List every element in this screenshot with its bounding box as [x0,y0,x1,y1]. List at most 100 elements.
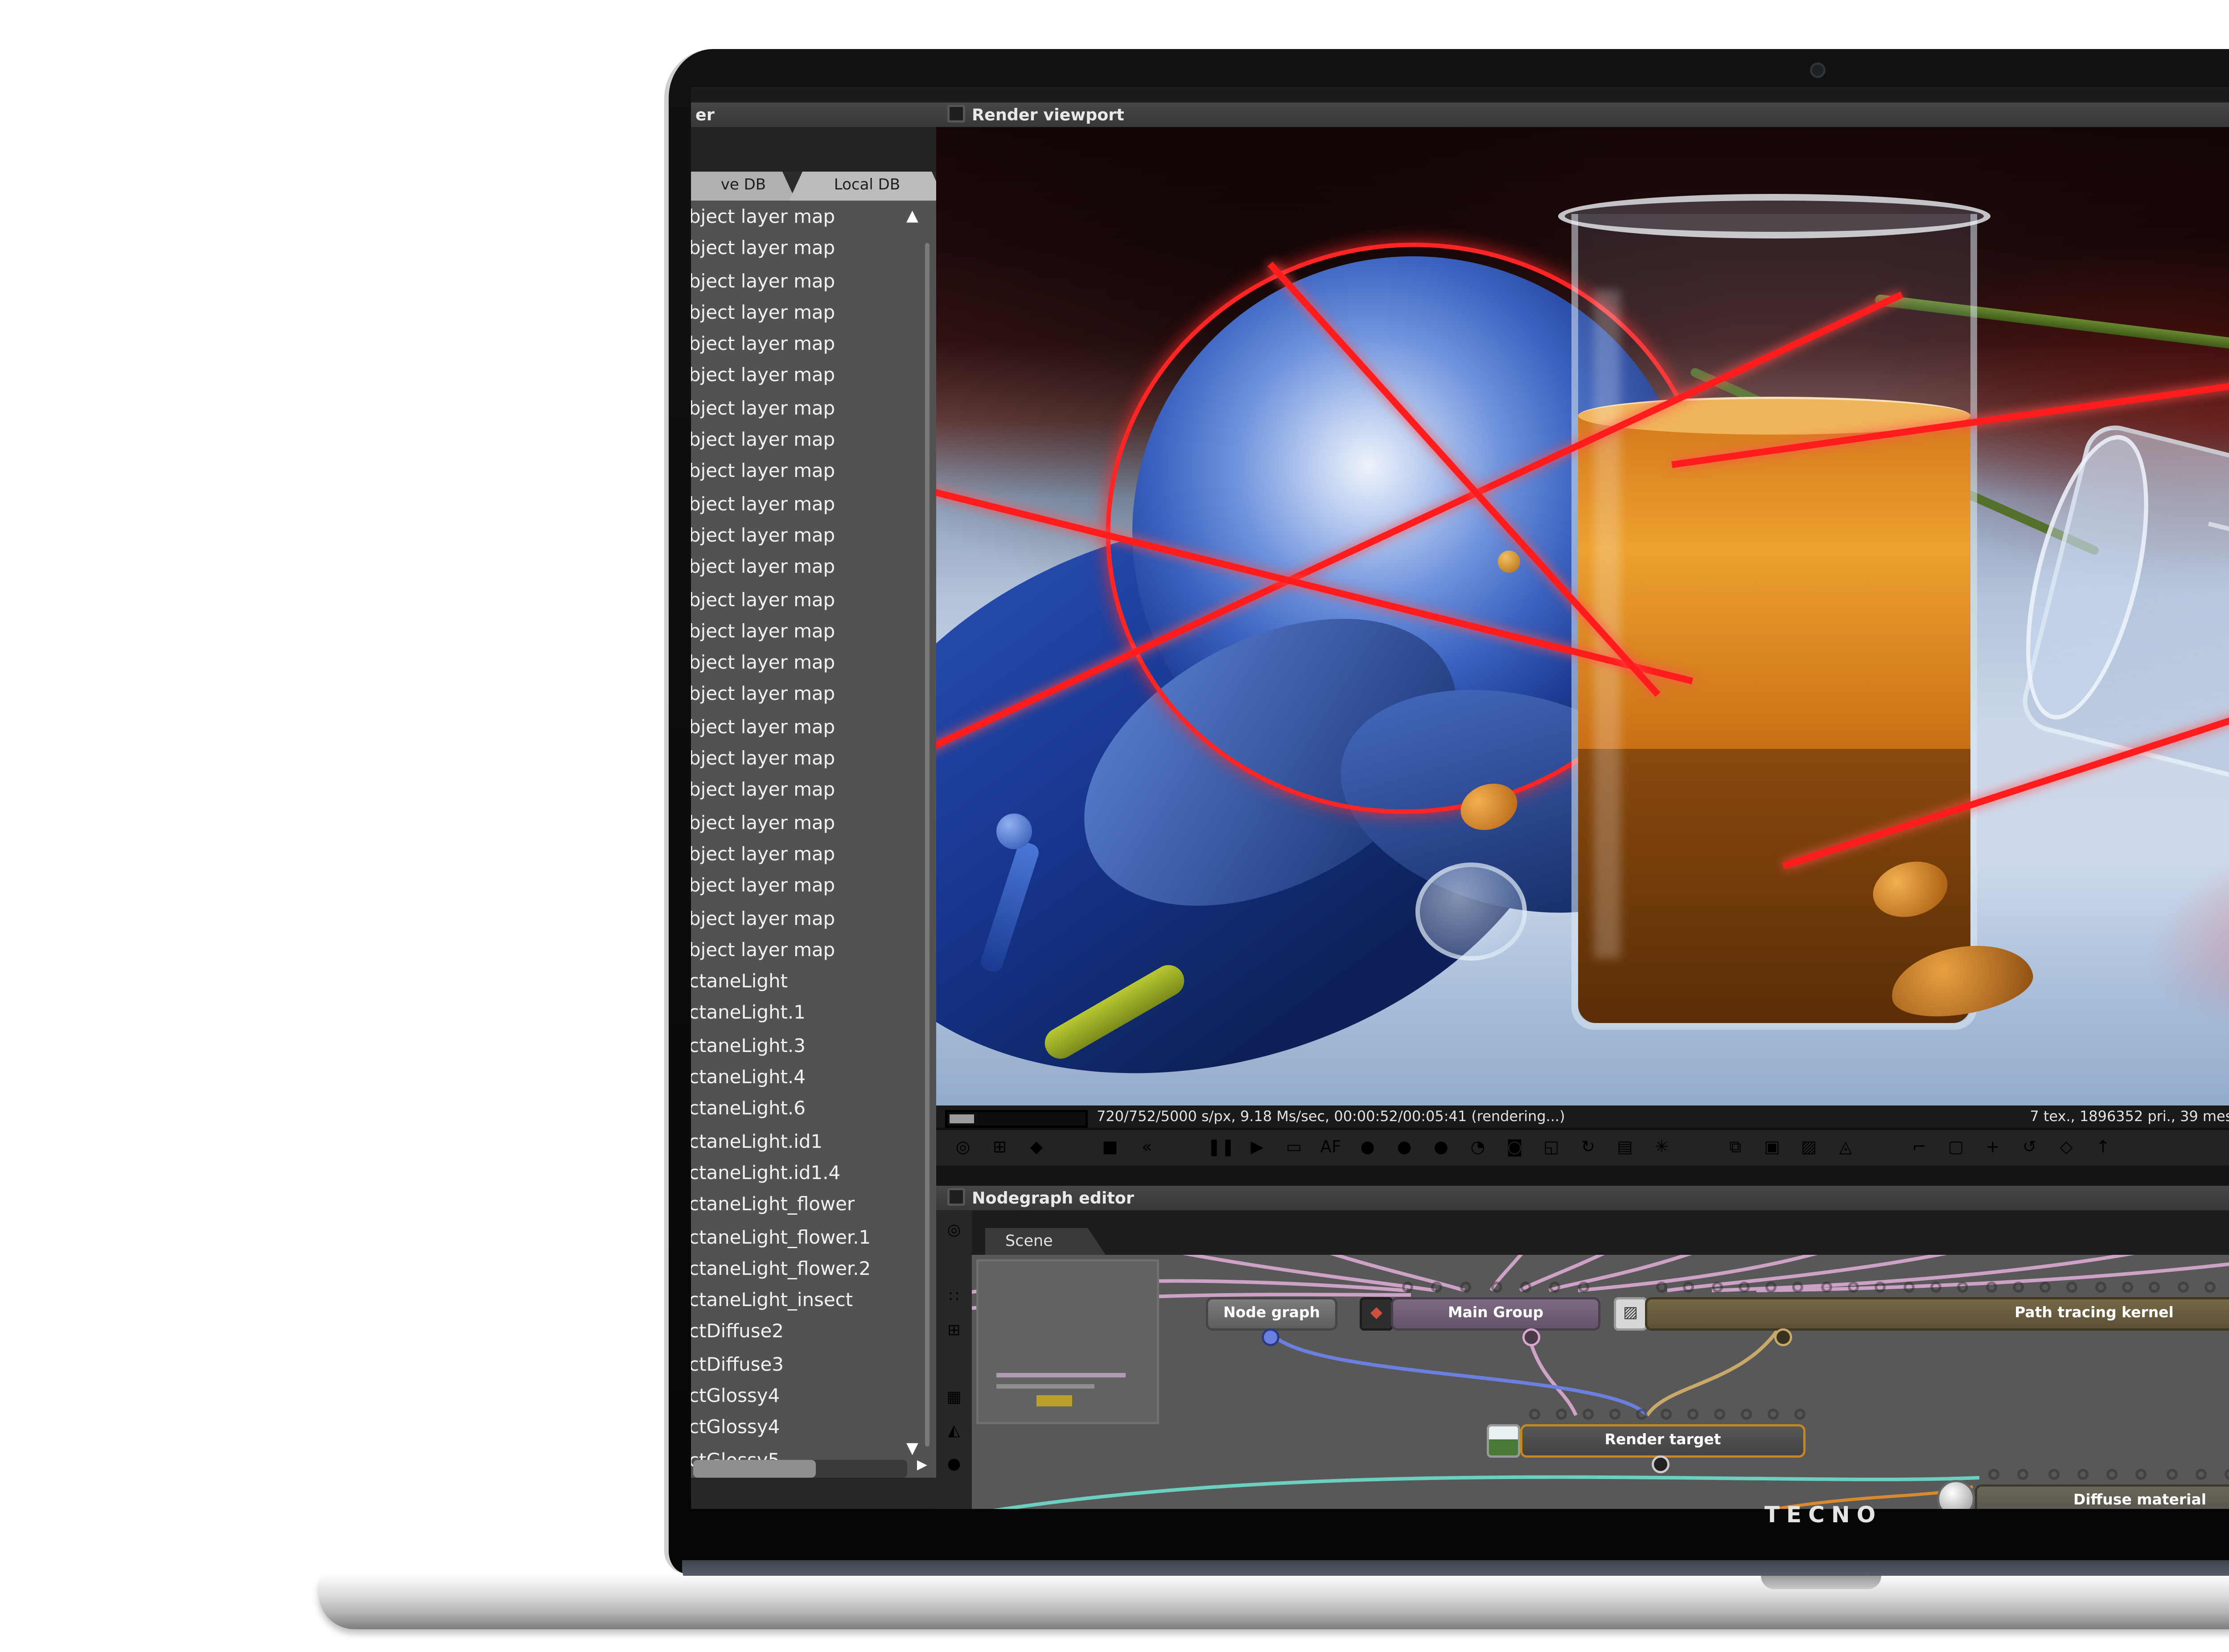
list-item[interactable]: ctaneLight.id1 [691,1125,936,1156]
list-item[interactable]: bject layer map [691,615,936,646]
node-pin[interactable] [1529,1409,1540,1420]
node-pin[interactable] [2196,1469,2207,1480]
node-pin[interactable] [1821,1282,1832,1293]
list-item[interactable]: ctGlossy4 [691,1411,936,1443]
node-pin[interactable] [1656,1282,1667,1293]
output-pin[interactable] [1522,1328,1540,1346]
node-pin[interactable] [1661,1409,1673,1420]
kernel-node-icon[interactable]: ▨ [1614,1297,1647,1331]
toolbar-icon[interactable]: ■ [1097,1134,1123,1161]
list-item[interactable]: bject layer map [691,838,936,870]
toolbar-icon[interactable]: ◱ [1538,1134,1565,1161]
render-target-node-icon[interactable] [1487,1424,1520,1458]
list-item[interactable]: bject layer map [691,487,936,519]
list-item[interactable]: ctaneLight_insect [691,1284,936,1315]
nodegraph-tool-icon[interactable]: ▦ [942,1386,966,1411]
list-item[interactable]: bject layer map [691,328,936,360]
list-item[interactable]: ctaneLight.6 [691,1093,936,1125]
node-pin[interactable] [1683,1282,1694,1293]
list-item[interactable]: ctaneLight.3 [691,1029,936,1061]
toolbar-icon[interactable]: AF [1317,1134,1344,1161]
scrollbar-thumb[interactable] [693,1460,816,1478]
list-item[interactable]: ctaneLight.id1.4 [691,1157,936,1188]
node-pin[interactable] [1579,1282,1590,1293]
node-pin[interactable] [1582,1409,1593,1420]
toolbar-icon[interactable]: ◇ [2053,1134,2080,1161]
node-pin[interactable] [1431,1282,1443,1293]
toolbar-icon[interactable]: ▣ [1759,1134,1785,1161]
list-item[interactable]: bject layer map [691,232,936,264]
nodegraph-tool-icon[interactable]: ⊞ [942,1319,966,1344]
output-pin[interactable] [1652,1455,1670,1473]
list-item[interactable]: bject layer map [691,296,936,328]
toolbar-icon[interactable]: ↑ [2090,1134,2117,1161]
toolbar-icon[interactable]: ▤ [1612,1134,1638,1161]
toolbar-icon[interactable]: ⧉ [1722,1134,1749,1161]
list-item[interactable]: bject layer map [691,551,936,583]
toolbar-icon[interactable]: + [1979,1134,2006,1161]
list-item[interactable]: bject layer map [691,933,936,965]
list-item[interactable]: ctaneLight_flower.2 [691,1252,936,1284]
list-item[interactable]: bject layer map [691,774,936,806]
node-pin[interactable] [1930,1282,1941,1293]
list-item[interactable]: bject layer map [691,519,936,551]
tab-live-db[interactable]: ve DB [691,172,796,201]
list-item[interactable]: ctDiffuse2 [691,1316,936,1348]
node-pin[interactable] [2012,1282,2023,1293]
output-pin[interactable] [1262,1328,1279,1346]
node-pin[interactable] [1848,1282,1859,1293]
toolbar-icon[interactable]: ◎ [950,1134,976,1161]
node-pin[interactable] [1958,1282,1969,1293]
node-pin[interactable] [1711,1282,1722,1293]
group-node-icon[interactable]: ◆ [1360,1297,1393,1331]
list-item[interactable]: bject layer map [691,806,936,838]
list-item[interactable]: bject layer map [691,678,936,710]
toolbar-icon[interactable]: ▭ [1281,1134,1308,1161]
nodegraph-tool-icon[interactable] [942,1353,966,1377]
node-node-graph[interactable]: Node graph [1206,1297,1337,1331]
toolbar-icon[interactable]: ⊞ [987,1134,1013,1161]
scroll-down-icon[interactable]: ▼ [906,1442,918,1458]
list-item[interactable]: bject layer map [691,647,936,678]
tab-local-db[interactable]: Local DB [789,172,945,201]
node-path-tracing-kernel[interactable]: Path tracing kernel [1645,1297,2229,1331]
nodegraph-tool-icon[interactable]: ◎ [942,1219,966,1244]
node-pin[interactable] [1688,1409,1699,1420]
list-item[interactable]: bject layer map [691,456,936,487]
list-item[interactable]: bject layer map [691,392,936,423]
vertical-scrollbar[interactable] [924,243,930,1447]
toolbar-icon[interactable]: ◆ [1023,1134,1050,1161]
toolbar-icon[interactable]: ◬ [1832,1134,1859,1161]
node-pin[interactable] [2067,1282,2078,1293]
node-pin[interactable] [2204,1282,2216,1293]
list-item[interactable]: ctaneLight.1 [691,997,936,1029]
toolbar-icon[interactable]: ⌐ [1906,1134,1933,1161]
nodegraph-tool-icon[interactable]: ∷ [942,1286,966,1311]
node-pin[interactable] [2150,1282,2161,1293]
node-pin[interactable] [2095,1282,2106,1293]
node-pin[interactable] [1738,1282,1749,1293]
node-pin[interactable] [2225,1469,2229,1480]
node-pin[interactable] [1988,1469,1999,1480]
node-pin[interactable] [2048,1469,2059,1480]
node-pin[interactable] [1903,1282,1914,1293]
node-pin[interactable] [2040,1282,2051,1293]
node-pin[interactable] [1766,1282,1777,1293]
node-pin[interactable] [1794,1409,1805,1420]
toolbar-icon[interactable] [1170,1134,1197,1161]
scroll-right-icon[interactable]: ▶ [917,1458,927,1473]
node-pin[interactable] [1608,1409,1620,1420]
nodegraph-tool-icon[interactable]: ● [942,1453,966,1478]
list-item[interactable]: bject layer map [691,711,936,742]
list-item[interactable]: bject layer map [691,870,936,901]
node-pin[interactable] [2122,1282,2133,1293]
db-item-list[interactable]: bject layer mapbject layer mapbject laye… [691,201,936,1478]
tab-scene[interactable]: Scene [985,1228,1106,1255]
render-image[interactable] [936,127,2229,1105]
list-item[interactable]: bject layer map [691,264,936,296]
toolbar-icon[interactable]: ● [1428,1134,1455,1161]
node-pin[interactable] [2107,1469,2118,1480]
toolbar-icon[interactable]: ● [1391,1134,1418,1161]
list-item[interactable]: ctGlossy4 [691,1380,936,1411]
list-item[interactable]: ctaneLight.4 [691,1061,936,1093]
